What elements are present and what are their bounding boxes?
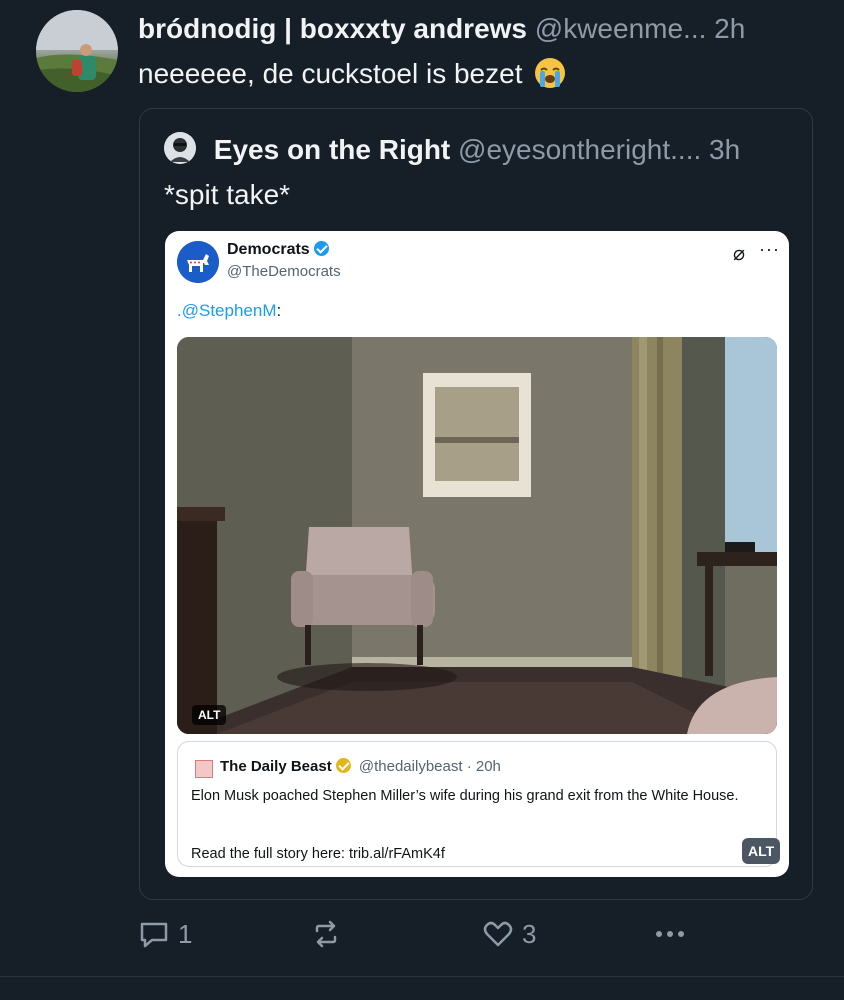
reply-count: 1 bbox=[178, 918, 193, 949]
link-card-alt-badge[interactable]: ALT bbox=[742, 838, 781, 864]
quote-author-avatar[interactable] bbox=[164, 132, 196, 164]
post-action-bar: 1 3 bbox=[138, 914, 698, 958]
embedded-tweet-image[interactable]: Democrats @TheDemocrats ⌀ ··· .@StephenM… bbox=[165, 231, 789, 877]
author-name[interactable]: bródnodig | boxxxty andrews bbox=[138, 13, 527, 44]
democrats-logo bbox=[177, 241, 219, 283]
photo-alt-badge[interactable]: ALT bbox=[192, 705, 227, 725]
embedded-tweet-text: .@StephenM: bbox=[177, 301, 281, 321]
embedded-author-handle: @TheDemocrats bbox=[227, 263, 341, 280]
mention-link: .@StephenM bbox=[177, 301, 277, 320]
post-time[interactable]: 2h bbox=[714, 13, 745, 44]
link-card-source-handle: @thedailybeast bbox=[358, 758, 463, 775]
post-header: bródnodig | boxxxty andrews @kweenme... … bbox=[138, 10, 828, 48]
gold-verified-icon bbox=[335, 758, 351, 773]
like-icon bbox=[482, 918, 514, 950]
link-card-body: Elon Musk poached Stephen Miller’s wife … bbox=[191, 788, 739, 804]
mention-suffix: : bbox=[276, 301, 282, 320]
author-handle[interactable]: @kweenme... bbox=[535, 13, 707, 44]
repost-button[interactable] bbox=[310, 918, 342, 950]
crying-face-emoji-icon bbox=[534, 57, 566, 89]
embedded-author-name-text: Democrats bbox=[227, 241, 310, 258]
feed-divider bbox=[0, 976, 844, 977]
like-count: 3 bbox=[522, 918, 537, 949]
more-options-button[interactable] bbox=[652, 918, 688, 950]
more-options-icon: ··· bbox=[759, 239, 780, 259]
quote-time[interactable]: 3h bbox=[709, 134, 740, 165]
quote-author-name[interactable]: Eyes on the Right bbox=[214, 134, 450, 165]
reply-icon bbox=[138, 918, 170, 950]
daily-beast-logo-icon bbox=[195, 760, 213, 778]
verified-icon bbox=[313, 241, 329, 256]
quote-author-handle[interactable]: @eyesontheright.... bbox=[458, 134, 701, 165]
quote-header: Eyes on the Right @eyesontheright.... 3h bbox=[164, 131, 804, 169]
embedded-author-name: Democrats bbox=[227, 241, 329, 259]
post-text: neeeeee, de cuckstoel is bezet bbox=[138, 54, 566, 94]
quote-text: *spit take* bbox=[164, 179, 291, 210]
link-card-header: The Daily Beast @thedailybeast · 20h bbox=[220, 758, 501, 775]
grok-icon: ⌀ bbox=[733, 243, 746, 265]
reply-button[interactable]: 1 bbox=[138, 918, 192, 950]
post-text-content: neeeeee, de cuckstoel is bezet bbox=[138, 58, 523, 89]
like-button[interactable]: 3 bbox=[482, 918, 536, 950]
room-photo: ALT bbox=[177, 337, 777, 734]
more-icon bbox=[652, 918, 688, 950]
author-avatar[interactable] bbox=[36, 10, 118, 92]
link-preview-card[interactable]: The Daily Beast @thedailybeast · 20h Elo… bbox=[177, 741, 781, 867]
link-card-source-time: · 20h bbox=[466, 758, 501, 775]
quoted-post-card[interactable]: Eyes on the Right @eyesontheright.... 3h… bbox=[139, 108, 813, 900]
link-card-source-name: The Daily Beast bbox=[220, 758, 332, 775]
repost-icon bbox=[310, 918, 342, 950]
link-card-link-text: Read the full story here: trib.al/rFAmK4… bbox=[191, 846, 445, 862]
